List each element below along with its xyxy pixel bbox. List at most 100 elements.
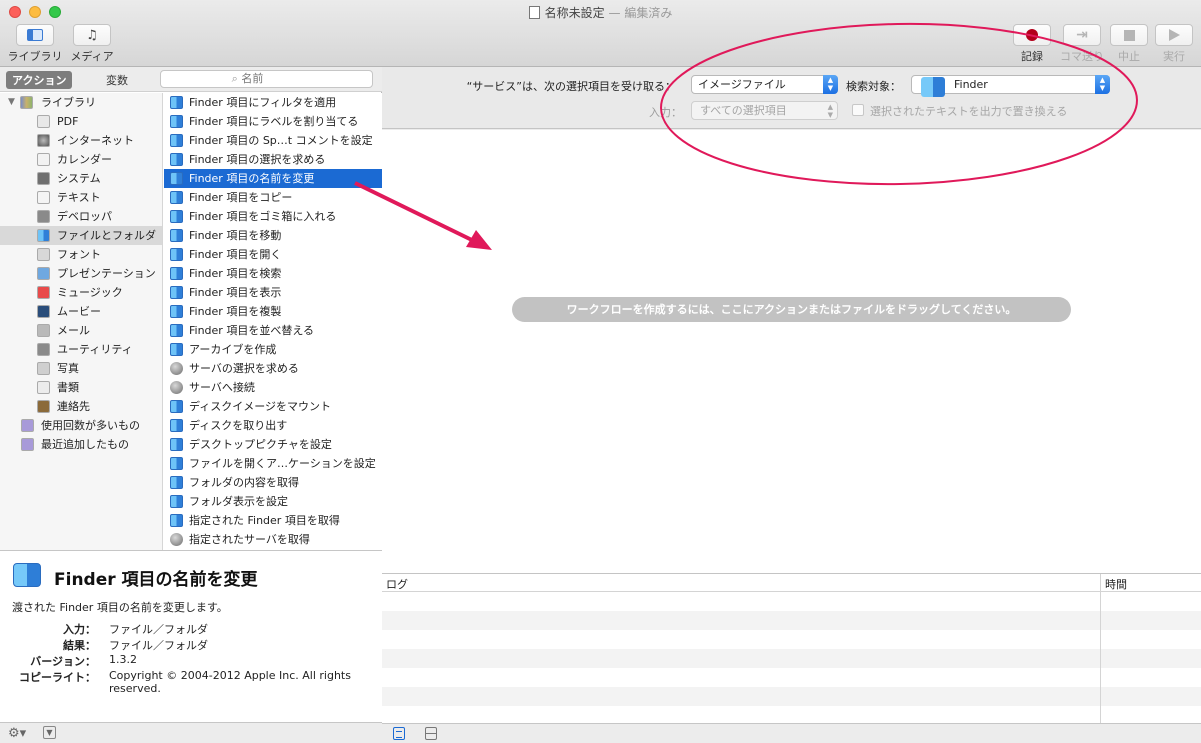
finder-icon (170, 438, 183, 451)
action-list-item[interactable]: ディスクイメージをマウント (164, 397, 382, 416)
run-button[interactable]: 実行 (1154, 24, 1194, 64)
action-list-item[interactable]: Finder 項目をゴミ箱に入れる (164, 207, 382, 226)
finder-icon (170, 305, 183, 318)
target-app-select[interactable]: Finder ▲ ▼ (911, 75, 1110, 97)
action-list-item[interactable]: ディスクを取り出す (164, 416, 382, 435)
action-list-item[interactable]: Finder 項目を表示 (164, 283, 382, 302)
tab-actions[interactable]: アクション (6, 71, 73, 89)
replace-text-label: 選択されたテキストを出力で置き換える (870, 105, 1068, 118)
media-button[interactable]: ♫ メディア (68, 24, 116, 64)
result-value: ファイル／フォルダ (109, 639, 208, 652)
presentation-icon (37, 267, 50, 280)
action-list-item[interactable]: Finder 項目の名前を変更 (164, 169, 382, 188)
record-button-label: 記録 (1021, 50, 1043, 63)
sidebar-item-label: カレンダー (57, 153, 112, 166)
action-label: Finder 項目をゴミ箱に入れる (189, 210, 337, 223)
gear-icon[interactable]: ⚙▾ (8, 726, 26, 741)
stop-button-label: 中止 (1118, 50, 1140, 63)
action-list-item[interactable]: サーバの選択を求める (164, 359, 382, 378)
library-button[interactable]: ライブラリ (6, 24, 64, 64)
step-button[interactable]: ⇥ コマ送り (1059, 24, 1105, 64)
service-input-select[interactable]: イメージファイル ▲ ▼ (691, 75, 838, 94)
sidebar-item-category[interactable]: ▼ ライブラリ (0, 93, 162, 112)
sidebar-item-category[interactable]: ファイルとフォルダ (0, 226, 162, 245)
sidebar-item-label: プレゼンテーション (57, 267, 156, 280)
tab-variables[interactable]: 変数 (106, 72, 128, 88)
sidebar-item-category[interactable]: フォント (0, 245, 162, 264)
action-list-item[interactable]: Finder 項目を検索 (164, 264, 382, 283)
sidebar-item-category[interactable]: ユーティリティ (0, 340, 162, 359)
sidebar-item-category[interactable]: メール (0, 321, 162, 340)
action-list-item[interactable]: サーバへ接続 (164, 378, 382, 397)
chevron-down-icon[interactable]: ▼ (43, 726, 56, 739)
split-view-icon[interactable] (425, 727, 437, 740)
action-list-item[interactable]: Finder 項目の選択を求める (164, 150, 382, 169)
sidebar-item-category[interactable]: カレンダー (0, 150, 162, 169)
sidebar-item-category[interactable]: インターネット (0, 131, 162, 150)
music-icon (37, 286, 50, 299)
action-list-item[interactable]: フォルダの内容を取得 (164, 473, 382, 492)
record-button[interactable]: 記録 (1012, 24, 1052, 64)
action-list-item[interactable]: Finder 項目を開く (164, 245, 382, 264)
action-list-item[interactable]: Finder 項目を移動 (164, 226, 382, 245)
sidebar-item-category[interactable]: 最近追加したもの (0, 435, 162, 454)
sidebar-item-category[interactable]: ムービー (0, 302, 162, 321)
log-column-header[interactable]: ログ (386, 576, 408, 592)
list-view-icon[interactable] (393, 727, 405, 740)
workflow-canvas[interactable]: ワークフローを作成するには、ここにアクションまたはファイルをドラッグしてください… (382, 130, 1201, 574)
action-list-item[interactable]: フォルダ表示を設定 (164, 492, 382, 511)
action-list-item[interactable]: Finder 項目を複製 (164, 302, 382, 321)
window-title: 名称未設定 — 編集済み (0, 4, 1201, 21)
search-input[interactable] (241, 72, 302, 85)
action-list-item[interactable]: デスクトップピクチャを設定 (164, 435, 382, 454)
sidebar-item-category[interactable]: 写真 (0, 359, 162, 378)
sidebar-item-category[interactable]: PDF (0, 112, 162, 131)
log-row (382, 668, 1201, 687)
column-divider[interactable] (1100, 574, 1101, 723)
time-column-header[interactable]: 時間 (1105, 576, 1127, 592)
action-list-item[interactable]: ファイルを開くア…ケーションを設定 (164, 454, 382, 473)
action-list-item[interactable]: Finder 項目を並べ替える (164, 321, 382, 340)
sidebar-item-label: ファイルとフォルダ (57, 229, 156, 242)
sidebar-item-category[interactable]: ミュージック (0, 283, 162, 302)
library-footer: ⚙▾ ▼ (0, 722, 382, 743)
action-label: フォルダ表示を設定 (189, 495, 288, 508)
action-label: デスクトップピクチャを設定 (189, 438, 332, 451)
action-label: Finder 項目の名前を変更 (189, 172, 315, 185)
action-list-item[interactable]: 指定された Finder 項目を取得 (164, 511, 382, 530)
action-list-item[interactable]: Finder 項目にラベルを割り当てる (164, 112, 382, 131)
action-list-item[interactable]: Finder 項目をコピー (164, 188, 382, 207)
popup-arrows-icon: ▲ ▼ (1095, 75, 1110, 94)
sidebar-item-category[interactable]: テキスト (0, 188, 162, 207)
log-row (382, 592, 1201, 611)
action-label: ディスクイメージをマウント (189, 400, 332, 413)
search-field[interactable]: ⌕ (160, 70, 373, 88)
sidebar-item-category[interactable]: プレゼンテーション (0, 264, 162, 283)
sidebar-item-category[interactable]: 書類 (0, 378, 162, 397)
calendar-icon (37, 153, 50, 166)
target-app-label: 検索対象： (846, 80, 901, 93)
action-label: Finder 項目を移動 (189, 229, 282, 242)
sidebar-item-label: 写真 (57, 362, 79, 375)
document-icon (528, 6, 540, 19)
finder-icon (921, 77, 945, 97)
internet-icon (37, 134, 50, 147)
pdf-icon (37, 115, 50, 128)
replace-text-checkbox[interactable] (852, 104, 864, 116)
finder-icon (170, 210, 183, 223)
input-type-select[interactable]: すべての選択項目 ▲ ▼ (691, 101, 838, 120)
stop-button[interactable]: 中止 (1109, 24, 1149, 64)
sidebar-item-category[interactable]: システム (0, 169, 162, 188)
action-list-item[interactable]: 指定されたサーバを取得 (164, 530, 382, 549)
title-bar: 名称未設定 — 編集済み ライブラリ ♫ メディア 記録 ⇥ コマ送り 中止 実… (0, 0, 1201, 67)
action-list: Finder 項目にフィルタを適用 Finder 項目にラベルを割り当てる Find… (164, 93, 382, 550)
disclosure-triangle-icon[interactable]: ▼ (8, 93, 15, 112)
action-list-item[interactable]: アーカイブを作成 (164, 340, 382, 359)
action-label: 指定された Finder 項目を取得 (189, 514, 340, 527)
sidebar-item-label: 連絡先 (57, 400, 90, 413)
action-list-item[interactable]: Finder 項目の Sp…t コメントを設定 (164, 131, 382, 150)
sidebar-item-category[interactable]: 使用回数が多いもの (0, 416, 162, 435)
action-list-item[interactable]: Finder 項目にフィルタを適用 (164, 93, 382, 112)
sidebar-item-category[interactable]: デベロッパ (0, 207, 162, 226)
sidebar-item-category[interactable]: 連絡先 (0, 397, 162, 416)
